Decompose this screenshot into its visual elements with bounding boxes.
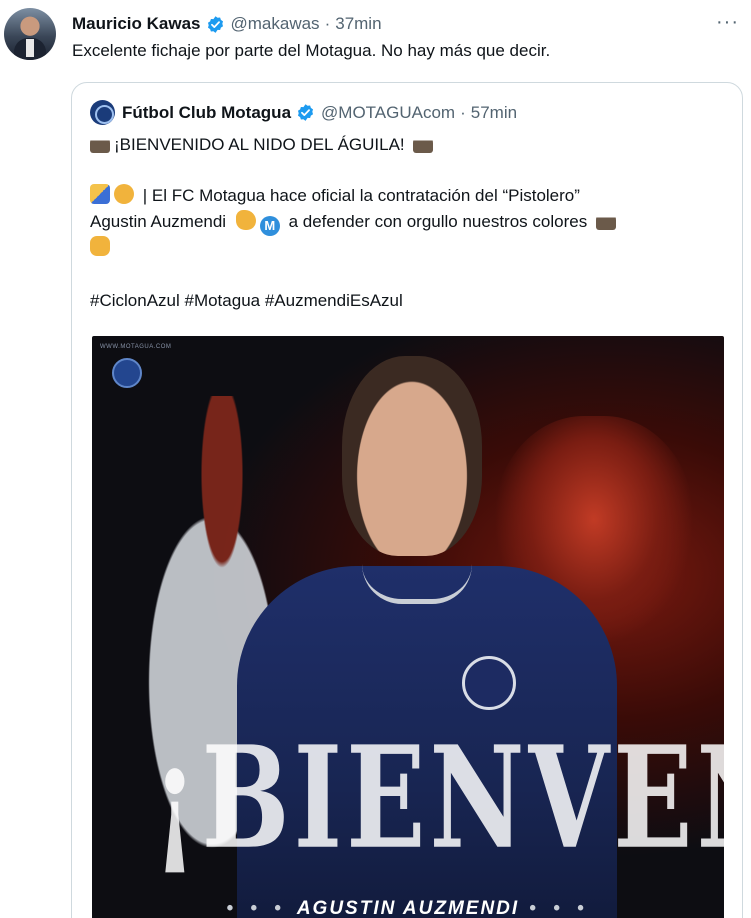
verified-badge-icon: [207, 15, 223, 33]
image-player-name: • • • AGUSTIN AUZMENDI • • •: [92, 898, 724, 918]
author-name[interactable]: Mauricio Kawas: [72, 14, 201, 34]
quoted-timestamp[interactable]: 57min: [471, 103, 517, 123]
quoted-line-3: Agustin Auzmendi M a defender con orgull…: [90, 209, 620, 236]
separator-dot: ·: [460, 102, 466, 122]
tweet-text: Excelente fichaje por parte del Motagua.…: [72, 41, 551, 60]
tweet-timestamp[interactable]: 37min: [335, 14, 381, 34]
author-avatar[interactable]: [4, 8, 56, 60]
quoted-line-1: ¡BIENVENIDO AL NIDO DEL ÁGUILA!: [90, 132, 437, 158]
image-player-name-text: AGUSTIN AUZMENDI: [296, 898, 520, 918]
eagle-emoji-icon: [90, 133, 110, 153]
image-headline: ¡BIENVENIDO!: [152, 714, 724, 881]
quoted-headline-text: ¡BIENVENIDO AL NIDO DEL ÁGUILA!: [114, 135, 405, 154]
eagle-emoji-icon: [595, 210, 616, 230]
handshake-emoji-icon: [114, 184, 134, 204]
avatar-shirt: [26, 39, 34, 57]
m-circle-emoji-icon: M: [259, 216, 280, 236]
verified-badge-icon: [298, 104, 314, 121]
motagua-logo-icon: [112, 358, 142, 388]
name-dots-left: • • •: [226, 898, 287, 918]
more-options-icon[interactable]: ···: [716, 11, 739, 34]
author-handle[interactable]: @makawas: [231, 14, 320, 34]
eagle-emoji-icon: [413, 133, 434, 153]
writing-hand-emoji-icon: [90, 184, 110, 204]
club-crest-icon: [462, 656, 516, 710]
player-name-text: Agustin Auzmendi: [90, 212, 227, 231]
quoted-author-avatar[interactable]: [90, 100, 115, 125]
quoted-author-handle[interactable]: @MOTAGUAcom: [321, 103, 455, 123]
quoted-tweet[interactable]: Fútbol Club Motagua @MOTAGUAcom · 57min …: [71, 82, 743, 918]
name-dots-right: • • •: [529, 898, 590, 918]
tweet-header: Mauricio Kawas @makawas · 37min: [72, 13, 382, 35]
image-site-tag: WWW.MOTAGUA.COM: [100, 344, 172, 350]
player-head: [342, 356, 482, 556]
quoted-tweet-header: Fútbol Club Motagua @MOTAGUAcom · 57min: [90, 100, 517, 125]
fist-emoji-icon: [90, 236, 110, 256]
quoted-author-name[interactable]: Fútbol Club Motagua: [122, 103, 291, 123]
separator-dot: ·: [324, 14, 331, 33]
quoted-line-2: | El FC Motagua hace oficial la contrata…: [90, 183, 580, 209]
quoted-line-4: [90, 235, 114, 261]
tweet[interactable]: Mauricio Kawas @makawas · 37min ··· Exce…: [0, 0, 751, 918]
quoted-announcement-text: | El FC Motagua hace oficial la contrata…: [142, 186, 580, 205]
quoted-image[interactable]: WWW.MOTAGUA.COM ¡BIENVENIDO! • • • AGUSTI…: [92, 336, 724, 918]
quoted-hashtags[interactable]: #CiclonAzul #Motagua #AuzmendiEsAzul: [90, 288, 403, 314]
quoted-colors-text: a defender con orgullo nuestros colores: [288, 212, 588, 231]
pointing-hand-emoji-icon: [235, 210, 256, 230]
